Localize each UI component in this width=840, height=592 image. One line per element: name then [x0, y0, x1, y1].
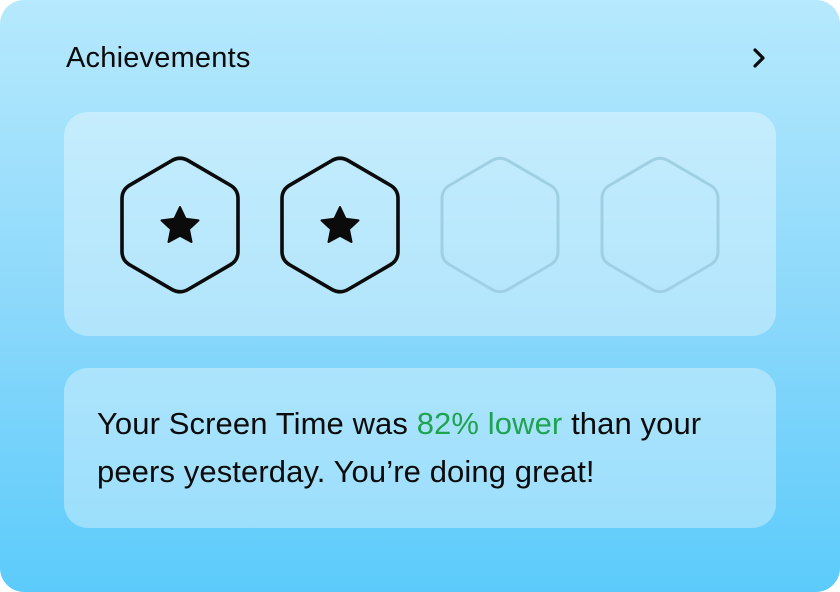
achievements-header: Achievements [66, 38, 774, 78]
screen-time-message-panel: Your Screen Time was 82% lower than your… [64, 368, 776, 528]
card-title: Achievements [66, 42, 251, 74]
achievements-card: Achievements Your Screen Time was 82% lo… [0, 0, 840, 592]
star-icon [320, 206, 360, 243]
achievement-badge-earned[interactable] [275, 152, 405, 298]
star-icon [160, 206, 200, 243]
message-text-before: Your Screen Time was [97, 406, 417, 441]
chevron-right-icon[interactable] [744, 42, 776, 74]
achievement-badge-locked[interactable] [435, 152, 565, 298]
badges-panel [64, 112, 776, 336]
achievement-badge-locked[interactable] [595, 152, 725, 298]
hexagon-icon [440, 156, 560, 294]
hexagon-icon [600, 156, 720, 294]
message-highlight: 82% lower [416, 406, 563, 441]
achievement-badge-earned[interactable] [115, 152, 245, 298]
screen-time-message: Your Screen Time was 82% lower than your… [97, 400, 757, 496]
